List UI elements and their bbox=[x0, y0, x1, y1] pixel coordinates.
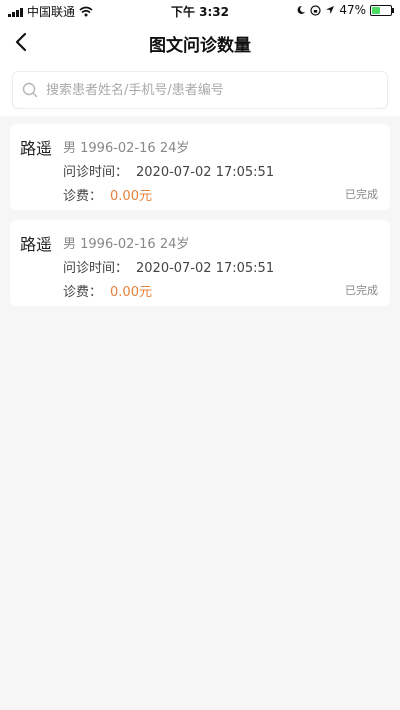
search-input[interactable] bbox=[44, 81, 378, 99]
patient-name: 路遥 bbox=[20, 235, 53, 254]
page-title: 图文问诊数量 bbox=[149, 36, 251, 56]
location-icon bbox=[326, 6, 335, 14]
consult-time-label: 问诊时间： bbox=[63, 261, 129, 276]
record-list: 路遥 男 1996-02-16 24岁 问诊时间： 2020-07-02 17:0… bbox=[10, 124, 390, 316]
fee-row: 诊费： 0.00元 bbox=[63, 185, 152, 204]
battery-percent: 47% bbox=[339, 3, 366, 17]
rotation-lock-icon bbox=[310, 4, 321, 16]
consult-time-row: 问诊时间： 2020-07-02 17:05:51 bbox=[63, 161, 274, 180]
consult-time-row: 问诊时间： 2020-07-02 17:05:51 bbox=[63, 257, 274, 276]
battery-fill bbox=[372, 6, 380, 14]
fee-label: 诊费： bbox=[63, 285, 103, 300]
record-card[interactable]: 路遥 男 1996-02-16 24岁 问诊时间： 2020-07-02 17:0… bbox=[10, 124, 390, 210]
moon-icon bbox=[297, 5, 306, 14]
status-label: 已完成 bbox=[345, 188, 378, 201]
search-area bbox=[0, 64, 400, 116]
consult-time-value: 2020-07-02 17:05:51 bbox=[136, 261, 275, 276]
fee-label: 诊费： bbox=[63, 189, 103, 204]
patient-info: 男 1996-02-16 24岁 bbox=[63, 141, 190, 156]
status-right: 47% bbox=[296, 3, 394, 17]
consult-time-label: 问诊时间： bbox=[63, 165, 129, 180]
fee-row: 诊费： 0.00元 bbox=[63, 281, 152, 300]
patient-name: 路遥 bbox=[20, 139, 53, 158]
consult-time-value: 2020-07-02 17:05:51 bbox=[136, 165, 275, 180]
patient-info: 男 1996-02-16 24岁 bbox=[63, 237, 190, 252]
search-box[interactable] bbox=[12, 71, 388, 109]
status-label: 已完成 bbox=[345, 284, 378, 297]
fee-value: 0.00元 bbox=[110, 285, 152, 300]
fee-value: 0.00元 bbox=[110, 189, 152, 204]
nav-bar: 图文问诊数量 bbox=[0, 20, 400, 64]
record-card[interactable]: 路遥 男 1996-02-16 24岁 问诊时间： 2020-07-02 17:0… bbox=[10, 220, 390, 306]
battery-icon bbox=[370, 4, 394, 16]
status-bar: 中国联通 下午 3:32 47% bbox=[0, 0, 400, 20]
search-icon bbox=[22, 82, 38, 98]
